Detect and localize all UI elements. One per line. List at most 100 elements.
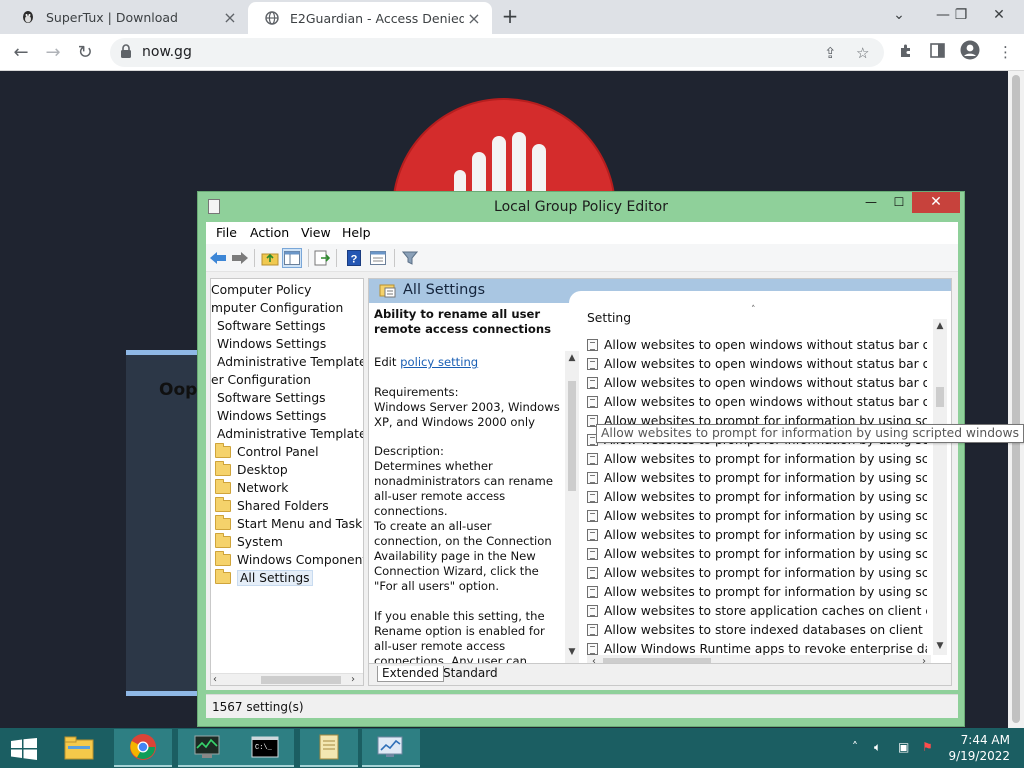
menu-file[interactable]: File — [216, 225, 237, 240]
scroll-up-icon[interactable]: ▲ — [565, 353, 579, 367]
tree-node[interactable]: Windows Settings — [217, 407, 326, 425]
reload-icon[interactable]: ↻ — [72, 40, 98, 66]
show-hidden-icons-icon[interactable]: ˄ — [852, 740, 858, 754]
tree-node[interactable]: Control Panel — [215, 443, 319, 461]
menu-action[interactable]: Action — [250, 225, 289, 240]
setting-row[interactable]: Allow websites to prompt for information… — [587, 468, 927, 487]
extensions-icon[interactable] — [898, 43, 914, 63]
setting-row[interactable]: Allow websites to prompt for information… — [587, 544, 927, 563]
tree-node[interactable]: Software Settings — [217, 317, 326, 335]
tab-extended[interactable]: Extended — [377, 666, 444, 682]
close-icon[interactable]: ✕ — [982, 0, 1016, 30]
back-icon[interactable]: ← — [8, 40, 34, 66]
taskbar-command-prompt[interactable]: C:\_ — [236, 729, 294, 767]
tab-standard[interactable]: Standard — [439, 666, 502, 682]
menu-help[interactable]: Help — [342, 225, 371, 240]
up-folder-icon[interactable] — [260, 248, 280, 268]
tree-node[interactable]: Windows Components — [215, 551, 363, 569]
setting-row[interactable]: Allow websites to store application cach… — [587, 601, 927, 620]
policy-setting-link[interactable]: policy setting — [400, 355, 478, 369]
volume-icon[interactable]: 🔈︎ — [874, 740, 881, 755]
profile-avatar-icon[interactable] — [960, 40, 980, 64]
settings-list[interactable]: ˄ Setting Allow websites to open windows… — [583, 303, 951, 663]
description-scrollbar[interactable]: ▲ ▼ — [565, 351, 579, 663]
taskbar-task-manager[interactable] — [178, 729, 236, 767]
setting-row[interactable]: Allow websites to prompt for information… — [587, 563, 927, 582]
tree-node[interactable]: Computer Policy — [211, 281, 311, 299]
tree-node[interactable]: Start Menu and Taskbar — [215, 515, 363, 533]
tab-search-icon[interactable]: ⌄ — [882, 0, 916, 30]
tree-node[interactable]: Windows Settings — [217, 335, 326, 353]
setting-row[interactable]: Allow websites to open windows without s… — [587, 392, 927, 411]
tree-node[interactable]: Administrative Templates — [217, 353, 363, 371]
close-icon[interactable]: ✕ — [912, 192, 960, 213]
menu-kebab-icon[interactable]: ⋮ — [998, 43, 1013, 61]
tree-node[interactable]: Administrative Templates — [217, 425, 363, 443]
tree-node[interactable]: Desktop — [215, 461, 288, 479]
scroll-up-icon[interactable]: ▲ — [933, 321, 947, 335]
scroll-down-icon[interactable]: ▼ — [565, 647, 579, 661]
menu-view[interactable]: View — [301, 225, 331, 240]
tree-horizontal-scrollbar[interactable]: ‹ › — [211, 673, 363, 685]
properties-icon[interactable] — [368, 248, 388, 268]
system-clock[interactable]: 7:44 AM 9/19/2022 — [948, 732, 1010, 764]
scroll-right-icon[interactable]: › — [917, 655, 931, 663]
star-icon[interactable]: ☆ — [856, 44, 869, 62]
close-icon[interactable]: × — [464, 9, 484, 28]
setting-name: Allow websites to open windows without s… — [604, 375, 927, 390]
taskbar-chrome[interactable] — [114, 729, 172, 767]
taskbar-performance-monitor[interactable] — [362, 729, 420, 767]
window-title: Local Group Policy Editor — [494, 199, 668, 215]
window-titlebar[interactable]: Local Group Policy Editor — ☐ ✕ — [198, 192, 964, 222]
setting-row[interactable]: Allow websites to store indexed database… — [587, 620, 927, 639]
action-center-warning-icon[interactable]: ⚑ — [922, 740, 933, 754]
close-icon[interactable]: × — [220, 8, 240, 27]
start-windows-icon[interactable] — [10, 738, 38, 760]
settings-horizontal-scrollbar[interactable]: ‹ › — [587, 655, 931, 663]
scroll-down-icon[interactable]: ▼ — [933, 641, 947, 655]
column-header-setting[interactable]: Setting — [587, 311, 631, 325]
help-icon[interactable]: ? — [344, 248, 364, 268]
restore-icon[interactable]: ❐ — [944, 0, 978, 30]
tab-e2guardian[interactable]: E2Guardian - Access Denied × — [248, 2, 492, 34]
network-icon[interactable]: ▣ — [898, 740, 909, 754]
scroll-right-icon[interactable]: › — [351, 674, 355, 685]
setting-row[interactable]: Allow websites to prompt for information… — [587, 506, 927, 525]
tree-node-label: Start Menu and Taskbar — [237, 517, 363, 531]
tree-node[interactable]: System — [215, 533, 283, 551]
setting-row[interactable]: Allow websites to open windows without s… — [587, 354, 927, 373]
side-panel-icon[interactable] — [930, 43, 945, 62]
page-scrollbar[interactable] — [1008, 71, 1024, 728]
setting-row[interactable]: Allow websites to prompt for information… — [587, 449, 927, 468]
scroll-left-icon[interactable]: ‹ — [587, 655, 601, 663]
setting-row[interactable]: Allow websites to prompt for information… — [587, 582, 927, 601]
address-bar[interactable]: now.gg ⇪ ☆ — [110, 38, 884, 67]
export-list-icon[interactable] — [312, 248, 332, 268]
tab-supertux[interactable]: SuperTux | Download × — [4, 0, 248, 34]
setting-row[interactable]: Allow websites to open windows without s… — [587, 335, 927, 354]
tree-node[interactable]: Network — [215, 479, 288, 497]
tree-node[interactable]: mputer Configuration — [211, 299, 343, 317]
settings-vertical-scrollbar[interactable]: ▲ ▼ — [933, 319, 947, 655]
new-tab-button[interactable]: + — [498, 4, 522, 28]
maximize-icon[interactable]: ☐ — [886, 192, 912, 213]
minimize-icon[interactable]: — — [858, 192, 884, 213]
share-icon[interactable]: ⇪ — [824, 44, 837, 62]
setting-row[interactable]: Allow websites to open windows without s… — [587, 373, 927, 392]
show-hide-tree-icon[interactable] — [282, 248, 302, 268]
tree-node[interactable]: Software Settings — [217, 389, 326, 407]
tree-node[interactable]: Shared Folders — [215, 497, 329, 515]
policy-tree[interactable]: Computer Policy mputer Configuration Softw… — [210, 278, 364, 686]
taskbar-notepad-scroll[interactable] — [300, 729, 358, 767]
forward-icon[interactable]: → — [40, 40, 66, 66]
url-text: now.gg — [142, 44, 192, 60]
back-arrow-icon[interactable] — [208, 248, 228, 268]
setting-row[interactable]: Allow websites to prompt for information… — [587, 487, 927, 506]
setting-row[interactable]: Allow websites to prompt for information… — [587, 525, 927, 544]
tree-node[interactable]: er Configuration — [211, 371, 311, 389]
taskbar-file-explorer[interactable] — [50, 729, 108, 767]
filter-icon[interactable] — [400, 248, 420, 268]
tree-node[interactable]: All Settings — [215, 569, 313, 587]
forward-arrow-icon[interactable] — [230, 248, 250, 268]
scroll-left-icon[interactable]: ‹ — [213, 674, 217, 685]
